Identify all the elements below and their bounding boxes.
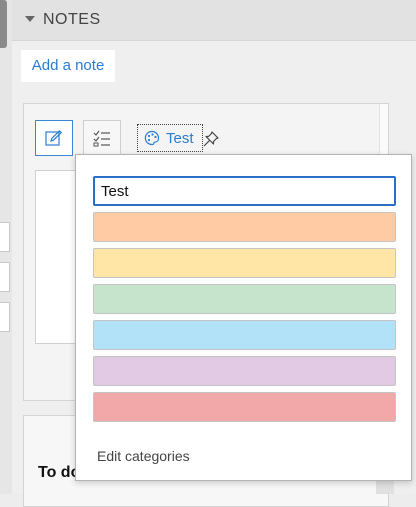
checklist-icon	[93, 130, 110, 147]
notes-header[interactable]: NOTES	[12, 0, 416, 41]
category-tag-button[interactable]: Test	[137, 124, 203, 152]
palette-icon	[144, 130, 160, 146]
left-edge-field[interactable]	[0, 262, 10, 292]
color-swatch-red[interactable]	[93, 392, 396, 422]
todo-title: To do	[38, 464, 81, 481]
collapse-caret-icon[interactable]	[25, 16, 35, 22]
category-menu: Edit categories	[75, 154, 412, 481]
scroll-handle[interactable]	[0, 0, 7, 48]
pin-icon[interactable]	[202, 130, 220, 148]
left-edge-field[interactable]	[0, 222, 10, 252]
edit-note-button[interactable]	[35, 120, 73, 156]
left-edge-panel	[0, 0, 12, 494]
color-swatch-blue[interactable]	[93, 320, 396, 350]
edit-categories-link[interactable]: Edit categories	[97, 448, 190, 464]
color-swatch-yellow[interactable]	[93, 248, 396, 278]
edit-icon	[45, 129, 63, 146]
color-swatch-green[interactable]	[93, 284, 396, 314]
category-name-input[interactable]	[93, 176, 396, 206]
add-note-button[interactable]: Add a note	[21, 50, 115, 82]
category-tag-label: Test	[166, 129, 194, 147]
checklist-button[interactable]	[83, 120, 121, 156]
left-edge-field[interactable]	[0, 302, 10, 332]
color-swatch-orange[interactable]	[93, 212, 396, 242]
notes-title: NOTES	[43, 11, 101, 28]
color-swatch-purple[interactable]	[93, 356, 396, 386]
